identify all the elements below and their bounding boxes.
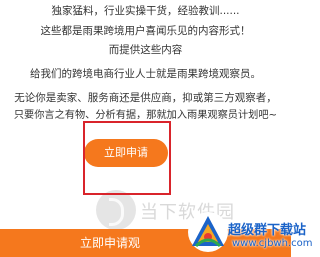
badge-title: 超级群下载站 bbox=[228, 223, 307, 238]
article-line: 这些都是雨果跨境用户喜闻乐见的内容形式！ bbox=[40, 25, 251, 37]
site-badge: 超级群下载站 www.cjbwh.com bbox=[188, 208, 313, 257]
site-logo-icon bbox=[188, 212, 228, 252]
watermark-logo-icon bbox=[96, 190, 136, 230]
article-line: 无论你是卖家、服务商还是供应商，抑或第三方观察者， bbox=[14, 92, 277, 104]
badge-url: www.cjbwh.com bbox=[232, 238, 313, 249]
article-line: 而提供这些内容 bbox=[108, 44, 183, 56]
article-line: 给我们的跨境电商行业人士就是雨果跨境观察员。 bbox=[30, 68, 261, 80]
article-line: 独家猛料，行业实操干货，经验教训...... bbox=[51, 5, 240, 17]
highlight-box bbox=[83, 121, 171, 195]
bottom-apply-label: 立即申请观 bbox=[79, 236, 140, 250]
